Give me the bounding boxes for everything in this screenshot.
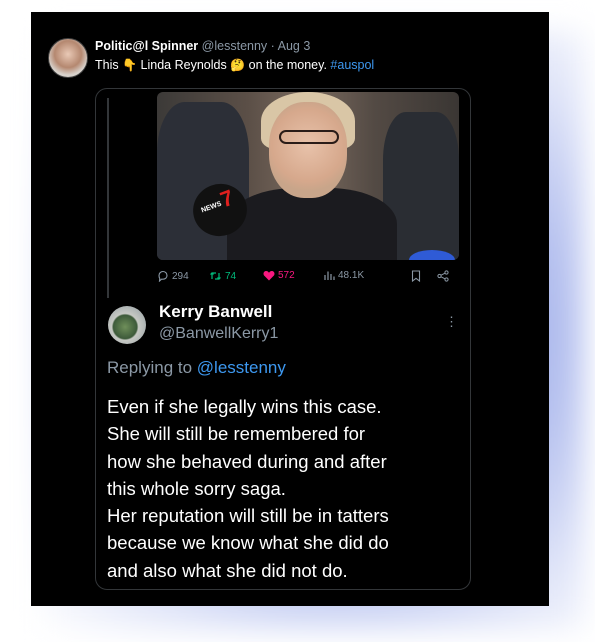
tweet-actions: 294 74 572 48.1K <box>157 270 457 288</box>
share-button[interactable] <box>437 270 449 282</box>
reply-author-handle[interactable]: @BanwellKerry1 <box>159 325 278 343</box>
more-options-icon[interactable]: ⋮ <box>445 314 458 330</box>
tweet-text-end: on the money. <box>248 58 327 72</box>
photo-woman-face <box>269 102 347 198</box>
tweet-photo[interactable]: 7 NEWS <box>157 92 459 260</box>
reply-author-name[interactable]: Kerry Banwell <box>159 302 272 322</box>
thinking-face-emoji-icon: 🤔 <box>230 58 246 72</box>
reply-line: and also what she did not do. <box>107 559 348 581</box>
pointing-down-emoji-icon: 👇 <box>122 58 138 72</box>
views-button[interactable]: 48.1K <box>323 270 364 281</box>
reply-icon <box>158 270 168 282</box>
reply-button[interactable]: 294 <box>157 270 189 282</box>
reply-count: 294 <box>172 270 189 282</box>
replying-to-prefix: Replying to <box>107 358 193 377</box>
tweet-header: Politic@l Spinner @lesstenny · Aug 3 <box>95 39 310 53</box>
reply-line: Her reputation will still be in tatters <box>107 505 389 527</box>
thread-connector-line <box>107 98 109 298</box>
screenshot-card: Politic@l Spinner @lesstenny · Aug 3 Thi… <box>31 12 549 606</box>
reply-line: how she behaved during and after <box>107 450 387 472</box>
views-count: 48.1K <box>338 270 365 281</box>
bookmark-icon <box>411 270 421 282</box>
photo-woman-body <box>227 188 397 260</box>
reply-line: because we know what she did do <box>107 532 389 554</box>
reply-line: this whole sorry saga. <box>107 477 286 499</box>
reply-text: Even if she legally wins this case. She … <box>107 393 467 584</box>
author-name[interactable]: Politic@l Spinner <box>95 39 198 53</box>
tweet-text-start: This <box>95 58 119 72</box>
hashtag-link[interactable]: #auspol <box>330 58 374 72</box>
photo-glasses <box>279 130 339 144</box>
replying-to-mention[interactable]: @lesstenny <box>197 358 286 377</box>
reply-author-avatar[interactable] <box>108 306 146 344</box>
separator: · <box>270 39 275 53</box>
like-button[interactable]: 572 <box>263 270 295 281</box>
tweet-text-middle: Linda Reynolds <box>140 58 227 72</box>
like-count: 572 <box>278 270 295 281</box>
tweet-date[interactable]: Aug 3 <box>278 39 311 53</box>
retweet-icon <box>210 272 221 280</box>
tweet-text: This 👇 Linda Reynolds 🤔 on the money. #a… <box>95 58 374 72</box>
heart-icon <box>263 271 275 281</box>
share-icon <box>437 270 449 282</box>
views-icon <box>324 271 335 280</box>
replying-to-line: Replying to @lesstenny <box>107 358 286 378</box>
author-handle[interactable]: @lesstenny <box>202 39 268 53</box>
author-avatar[interactable] <box>48 38 88 78</box>
retweet-button[interactable]: 74 <box>209 270 236 282</box>
reply-line: Even if she legally wins this case. <box>107 396 382 417</box>
bookmark-button[interactable] <box>411 270 421 282</box>
retweet-count: 74 <box>225 270 237 282</box>
reply-line: She will still be remembered for <box>107 423 366 445</box>
